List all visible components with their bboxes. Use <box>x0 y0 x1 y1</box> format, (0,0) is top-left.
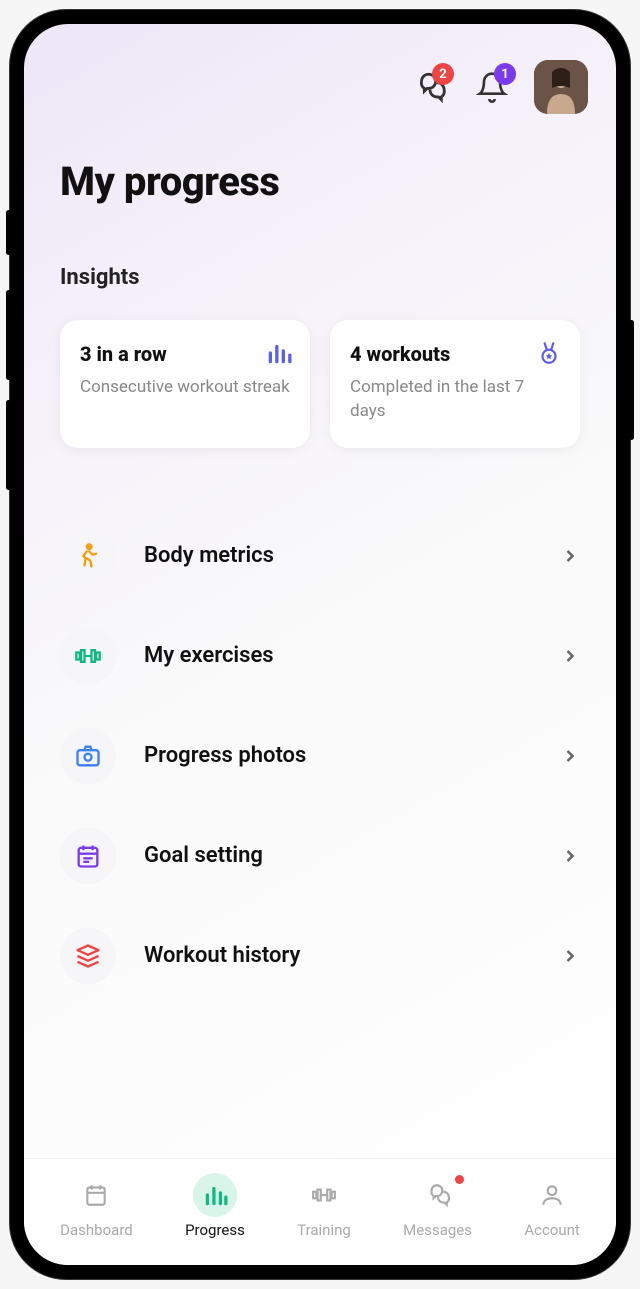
tab-messages[interactable]: Messages <box>403 1173 472 1239</box>
dumbbell-icon <box>60 628 116 684</box>
tab-label: Training <box>297 1221 351 1239</box>
messages-icon <box>416 1173 460 1217</box>
avatar-image <box>534 60 588 114</box>
menu-item-workout-history[interactable]: Workout history <box>60 906 580 1006</box>
notifications-button[interactable]: 1 <box>472 67 512 107</box>
chevron-right-icon <box>560 746 580 766</box>
avatar[interactable] <box>534 60 588 114</box>
side-button <box>6 400 11 490</box>
tab-label: Messages <box>403 1221 472 1239</box>
insight-card-title: 4 workouts <box>350 342 560 366</box>
training-icon <box>302 1173 346 1217</box>
tab-dashboard[interactable]: Dashboard <box>60 1173 133 1239</box>
tab-label: Progress <box>185 1221 245 1239</box>
insights-cards: 3 in a row Consecutive workout streak 4 … <box>24 310 616 458</box>
menu-list: Body metrics My exercises <box>24 458 616 1158</box>
page-title: My progress <box>24 124 616 205</box>
menu-label: Progress photos <box>144 743 532 768</box>
menu-item-goal-setting[interactable]: Goal setting <box>60 806 580 906</box>
phone-frame: 2 1 My progress Insights <box>10 10 630 1279</box>
layers-icon <box>60 928 116 984</box>
tab-label: Account <box>524 1221 580 1239</box>
chevron-right-icon <box>560 646 580 666</box>
chevron-right-icon <box>560 946 580 966</box>
medal-icon <box>536 340 562 370</box>
menu-label: Goal setting <box>144 843 532 868</box>
chevron-right-icon <box>560 846 580 866</box>
tab-label: Dashboard <box>60 1221 133 1239</box>
insight-card-streak[interactable]: 3 in a row Consecutive workout streak <box>60 320 310 448</box>
insight-card-subtitle: Completed in the last 7 days <box>350 376 560 424</box>
insights-heading: Insights <box>24 205 616 310</box>
tab-account[interactable]: Account <box>524 1173 580 1239</box>
menu-label: My exercises <box>144 643 532 668</box>
insight-card-title: 3 in a row <box>80 342 290 366</box>
screen: 2 1 My progress Insights <box>24 24 616 1265</box>
account-icon <box>530 1173 574 1217</box>
menu-label: Body metrics <box>144 543 532 568</box>
insight-card-workouts[interactable]: 4 workouts Completed in the last 7 days <box>330 320 580 448</box>
progress-icon <box>193 1173 237 1217</box>
bars-icon <box>266 340 292 370</box>
menu-item-body-metrics[interactable]: Body metrics <box>60 506 580 606</box>
tab-progress[interactable]: Progress <box>185 1173 245 1239</box>
tab-bar: Dashboard Progress <box>24 1158 616 1265</box>
side-button <box>629 320 634 440</box>
walk-icon <box>60 528 116 584</box>
menu-item-progress-photos[interactable]: Progress photos <box>60 706 580 806</box>
camera-icon <box>60 728 116 784</box>
tab-training[interactable]: Training <box>297 1173 351 1239</box>
side-button <box>6 290 11 380</box>
notifications-badge: 1 <box>494 63 516 85</box>
side-button <box>6 210 11 255</box>
unread-dot <box>455 1175 464 1184</box>
insight-card-subtitle: Consecutive workout streak <box>80 376 290 400</box>
chat-button[interactable]: 2 <box>410 67 450 107</box>
dashboard-icon <box>74 1173 118 1217</box>
menu-label: Workout history <box>144 943 532 968</box>
chat-badge: 2 <box>432 63 454 85</box>
calendar-icon <box>60 828 116 884</box>
top-bar: 2 1 <box>24 24 616 124</box>
chevron-right-icon <box>560 546 580 566</box>
menu-item-my-exercises[interactable]: My exercises <box>60 606 580 706</box>
